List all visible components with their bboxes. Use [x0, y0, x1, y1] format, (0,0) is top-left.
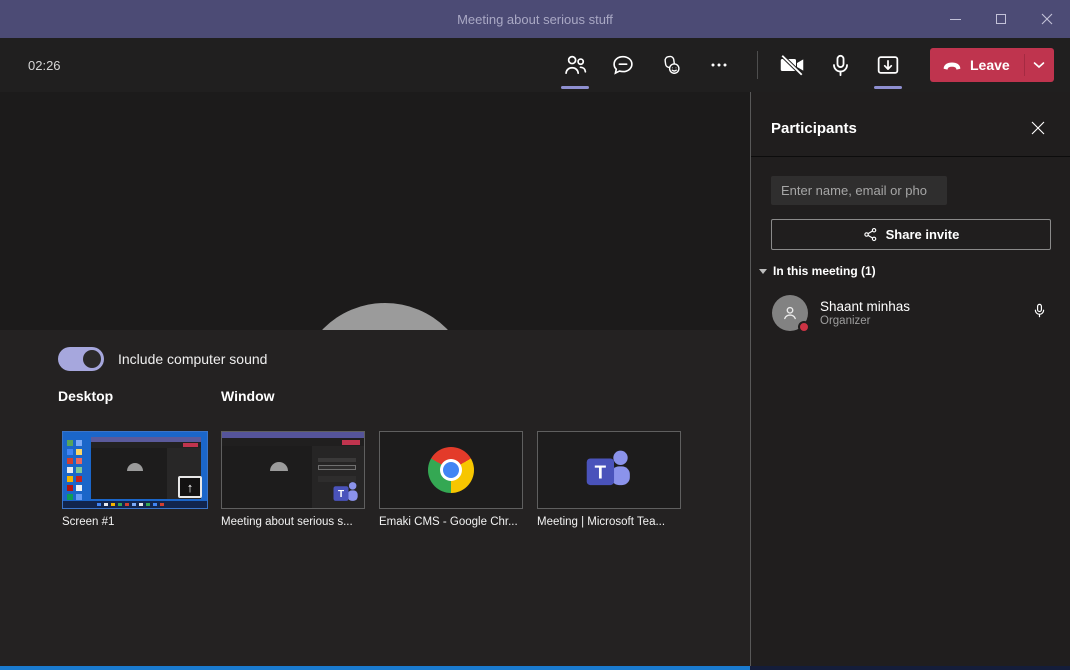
participants-panel: Participants Share invite In this meetin… — [751, 92, 1070, 666]
share-invite-label: Share invite — [886, 227, 960, 242]
mini-leave-button — [342, 440, 360, 445]
teams-badge-icon: T — [331, 479, 361, 506]
participant-row[interactable]: Shaant minhas Organizer — [751, 290, 1070, 336]
mic-button[interactable] — [816, 38, 864, 92]
meeting-toolbar: 02:26 — [0, 38, 1070, 92]
camera-off-icon — [777, 50, 807, 80]
share-source-chrome[interactable] — [379, 431, 523, 509]
thumb-label-teams-app: Meeting | Microsoft Tea... — [537, 516, 665, 528]
share-invite-icon — [863, 227, 878, 242]
toolbar-divider — [757, 51, 758, 79]
computer-sound-row: Include computer sound — [58, 347, 267, 371]
taskbar-edge-right — [750, 666, 1070, 670]
more-options-button[interactable] — [695, 38, 743, 92]
leave-options-button[interactable] — [1025, 48, 1054, 82]
share-source-screen-1[interactable]: ↑ — [62, 431, 208, 509]
toggle-knob — [83, 350, 101, 368]
screen-share-tray: Include computer sound Desktop Window ↑ … — [0, 330, 750, 666]
participant-texts: Shaant minhas Organizer — [820, 299, 910, 327]
camera-off-button[interactable] — [768, 38, 816, 92]
close-button[interactable] — [1024, 0, 1070, 38]
mini-search-input — [318, 458, 356, 462]
window-heading: Window — [221, 388, 275, 404]
share-screen-button[interactable] — [864, 38, 912, 92]
leave-split-button: Leave — [930, 48, 1054, 82]
window-controls — [932, 0, 1070, 38]
video-stage: Include computer sound Desktop Window ↑ … — [0, 92, 750, 666]
invite-search-input[interactable] — [771, 176, 947, 205]
presence-busy-dot — [798, 321, 810, 333]
maximize-icon — [996, 14, 1006, 24]
window-title: Meeting about serious stuff — [0, 12, 1070, 27]
participants-icon — [562, 52, 589, 79]
include-computer-sound-toggle[interactable] — [58, 347, 104, 371]
teams-meeting-window: Meeting about serious stuff 02:26 — [0, 0, 1070, 670]
chat-icon — [610, 52, 636, 78]
desktop-icons — [67, 440, 73, 446]
mini-taskbar — [63, 501, 207, 508]
maximize-button[interactable] — [978, 0, 1024, 38]
person-icon — [779, 302, 801, 324]
reactions-icon — [658, 52, 684, 78]
thumb-label-screen-1: Screen #1 — [62, 516, 114, 528]
svg-text:T: T — [338, 489, 344, 500]
reactions-button[interactable] — [647, 38, 695, 92]
participant-name: Shaant minhas — [820, 299, 910, 314]
toolbar-right-group — [768, 38, 912, 92]
toolbar-center-group — [551, 38, 743, 92]
panel-header: Participants — [751, 92, 1070, 157]
chrome-icon — [428, 447, 474, 493]
section-label: In this meeting (1) — [773, 264, 876, 278]
thumb-label-meeting: Meeting about serious s... — [221, 516, 353, 528]
leave-button[interactable]: Leave — [930, 48, 1024, 82]
minimize-button[interactable] — [932, 0, 978, 38]
more-options-icon — [707, 53, 731, 77]
panel-title: Participants — [771, 120, 857, 137]
mini-avatar-arc — [270, 462, 288, 471]
share-invite-button[interactable]: Share invite — [771, 219, 1051, 250]
mic-icon — [827, 52, 854, 79]
svg-text:T: T — [595, 462, 607, 483]
participant-mic-button[interactable] — [1031, 302, 1048, 324]
hangup-icon — [942, 60, 962, 70]
minimize-icon — [950, 19, 961, 20]
participants-button[interactable] — [551, 38, 599, 92]
share-arrow-overlay-icon: ↑ — [178, 476, 202, 498]
close-icon — [1041, 13, 1053, 25]
close-icon — [1031, 121, 1045, 135]
share-source-meeting-window[interactable]: T — [221, 431, 365, 509]
section-collapse-icon — [759, 268, 767, 274]
share-source-teams-app[interactable]: T — [537, 431, 681, 509]
taskbar-edge-left — [0, 666, 750, 670]
include-computer-sound-label: Include computer sound — [118, 351, 267, 367]
panel-close-button[interactable] — [1028, 118, 1048, 138]
share-screen-icon — [874, 51, 902, 79]
mini-share-invite — [318, 465, 356, 470]
meeting-timer: 02:26 — [28, 38, 61, 92]
leave-label: Leave — [970, 57, 1010, 73]
mic-icon — [1031, 302, 1048, 319]
desktop-heading: Desktop — [58, 388, 113, 404]
teams-icon: T — [583, 447, 635, 493]
in-this-meeting-section[interactable]: In this meeting (1) — [759, 264, 876, 278]
chevron-down-icon — [1033, 61, 1045, 69]
chat-button[interactable] — [599, 38, 647, 92]
titlebar: Meeting about serious stuff — [0, 0, 1070, 38]
avatar — [772, 295, 808, 331]
thumb-label-chrome: Emaki CMS - Google Chr... — [379, 516, 518, 528]
participant-role: Organizer — [820, 315, 910, 327]
